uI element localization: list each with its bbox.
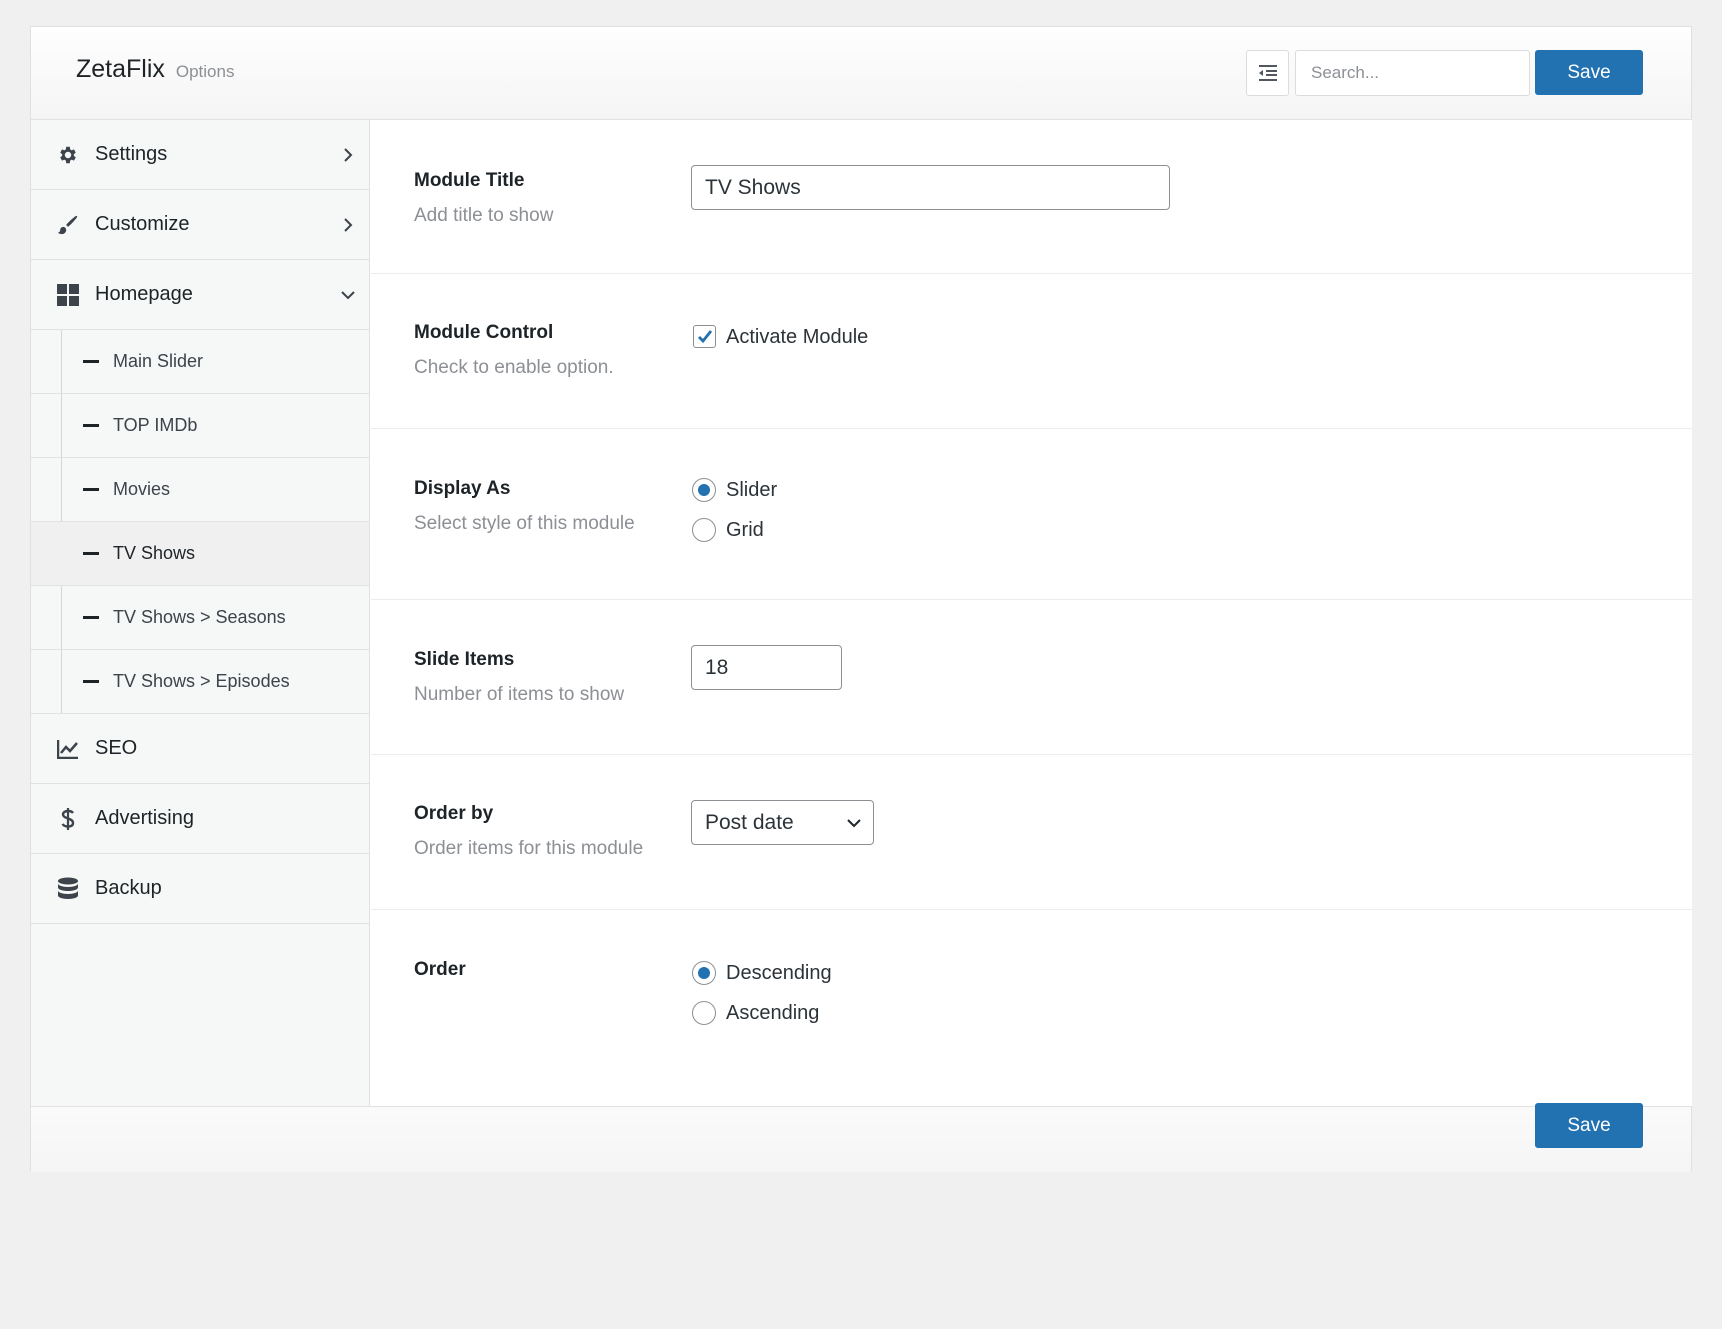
- brand: ZetaFlix Options: [76, 55, 234, 84]
- sidebar-subitem-label: Main Slider: [113, 351, 204, 371]
- field-title: Module Title: [414, 170, 525, 191]
- sidebar-subitem-label: TV Shows: [113, 543, 196, 563]
- radio-descending[interactable]: [692, 961, 716, 985]
- field-description: Select style of this module: [414, 513, 635, 534]
- activate-module-checkbox[interactable]: [693, 325, 716, 348]
- sidebar-item-homepage[interactable]: Homepage: [31, 260, 369, 330]
- database-icon: [55, 876, 81, 902]
- sidebar-subitem-main-slider[interactable]: Main Slider: [31, 330, 369, 394]
- sidebar-item-label: Customize: [95, 213, 190, 235]
- sidebar-subitem-label: TV Shows > Episodes: [113, 671, 290, 691]
- dash-icon: [83, 488, 99, 491]
- brand-subtitle: Options: [175, 62, 235, 81]
- field-display-as: Display As Select style of this module S…: [371, 429, 1692, 600]
- order-by-select[interactable]: Post date: [691, 800, 874, 845]
- save-button-top[interactable]: Save: [1535, 50, 1643, 95]
- sidebar-subitem-tv-shows-seasons[interactable]: TV Shows > Seasons: [31, 586, 369, 650]
- collapse-indent-icon: [1258, 65, 1277, 81]
- sidebar-item-label: Advertising: [95, 807, 194, 829]
- field-order-by: Order by Order items for this module Pos…: [371, 755, 1692, 910]
- grid-icon: [55, 282, 81, 308]
- radio-label-grid[interactable]: Grid: [726, 519, 764, 542]
- chevron-right-icon: [344, 217, 353, 232]
- radio-selected-dot: [698, 967, 710, 979]
- sidebar-item-customize[interactable]: Customize: [31, 190, 369, 260]
- radio-selected-dot: [698, 484, 710, 496]
- options-header: ZetaFlix Options Save: [31, 27, 1691, 120]
- search-input[interactable]: [1295, 50, 1530, 96]
- dash-icon: [83, 424, 99, 427]
- field-title: Module Control: [414, 322, 554, 343]
- field-module-title: Module Title Add title to show: [371, 120, 1692, 274]
- field-order: Order Descending Ascending: [371, 910, 1692, 1081]
- checkmark-icon: [697, 329, 712, 343]
- sidebar-item-seo[interactable]: SEO: [31, 714, 369, 784]
- expand-all-button[interactable]: [1246, 50, 1289, 96]
- options-panel: ZetaFlix Options Save Settings Customize: [30, 26, 1692, 1172]
- radio-grid[interactable]: [692, 518, 716, 542]
- sidebar-item-label: Backup: [95, 877, 162, 899]
- chart-icon: [55, 736, 81, 762]
- sidebar-subitem-top-imdb[interactable]: TOP IMDb: [31, 394, 369, 458]
- sidebar-item-settings[interactable]: Settings: [31, 120, 369, 190]
- slide-items-input[interactable]: [691, 645, 842, 690]
- chevron-down-icon: [341, 290, 355, 299]
- options-footer: [31, 1106, 1691, 1172]
- module-title-input[interactable]: [691, 165, 1170, 210]
- dash-icon: [83, 616, 99, 619]
- brush-icon: [55, 212, 81, 238]
- gear-icon: [55, 142, 81, 168]
- sidebar-item-backup[interactable]: Backup: [31, 854, 369, 924]
- dollar-icon: [55, 806, 81, 832]
- dash-icon: [83, 680, 99, 683]
- chevron-right-icon: [344, 147, 353, 162]
- brand-title: ZetaFlix: [76, 55, 165, 83]
- radio-label-ascending[interactable]: Ascending: [726, 1002, 819, 1025]
- field-description: Number of items to show: [414, 684, 625, 705]
- dash-icon: [83, 360, 99, 363]
- field-description: Add title to show: [414, 205, 554, 226]
- sidebar-item-label: Homepage: [95, 283, 193, 305]
- field-title: Display As: [414, 478, 511, 499]
- field-description: Check to enable option.: [414, 357, 614, 378]
- sidebar-subitem-movies[interactable]: Movies: [31, 458, 369, 522]
- select-value: Post date: [705, 810, 794, 834]
- radio-slider[interactable]: [692, 478, 716, 502]
- sidebar-subitem-tv-shows[interactable]: TV Shows: [31, 522, 369, 586]
- field-description: Order items for this module: [414, 838, 644, 859]
- sidebar-subitem-label: TOP IMDb: [113, 415, 198, 435]
- radio-ascending[interactable]: [692, 1001, 716, 1025]
- field-title: Order: [414, 959, 466, 980]
- sidebar: Settings Customize Homepage Main Slider: [31, 120, 370, 1106]
- sidebar-subitem-label: Movies: [113, 479, 171, 499]
- options-content: Module Title Add title to show Module Co…: [371, 120, 1692, 1106]
- checkbox-label[interactable]: Activate Module: [726, 326, 868, 349]
- chevron-down-icon: [847, 819, 861, 828]
- homepage-submenu: Main Slider TOP IMDb Movies TV Shows TV …: [31, 330, 369, 714]
- field-title: Order by: [414, 803, 494, 824]
- radio-label-descending[interactable]: Descending: [726, 962, 832, 985]
- sidebar-item-advertising[interactable]: Advertising: [31, 784, 369, 854]
- field-title: Slide Items: [414, 649, 515, 670]
- sidebar-item-label: Settings: [95, 143, 168, 165]
- sidebar-subitem-tv-shows-episodes[interactable]: TV Shows > Episodes: [31, 650, 369, 714]
- save-button-bottom[interactable]: Save: [1535, 1103, 1643, 1148]
- sidebar-subitem-label: TV Shows > Seasons: [113, 607, 286, 627]
- sidebar-item-label: SEO: [95, 737, 138, 759]
- field-module-control: Module Control Check to enable option. A…: [371, 274, 1692, 429]
- dash-icon: [83, 552, 99, 555]
- field-slide-items: Slide Items Number of items to show: [371, 600, 1692, 755]
- radio-label-slider[interactable]: Slider: [726, 479, 777, 502]
